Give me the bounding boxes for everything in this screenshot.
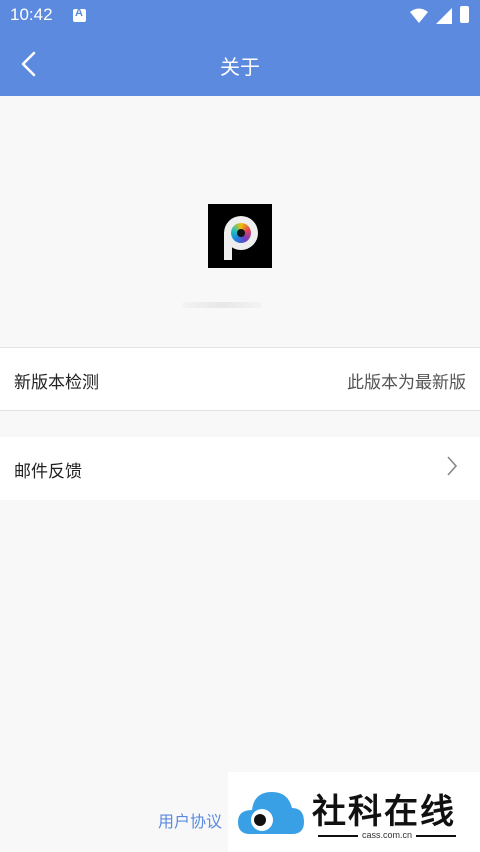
wifi-icon [410, 8, 428, 23]
user-agreement-link[interactable]: 用户协议 [158, 808, 222, 832]
nav-bar: 关于 [0, 32, 480, 96]
watermark: 社科在线 cass.com.cn [228, 772, 480, 852]
status-time: 10:42 [10, 5, 53, 24]
mail-feedback-label: 邮件反馈 [14, 462, 82, 482]
battery-icon [460, 6, 469, 23]
version-check-label: 新版本检测 [14, 373, 99, 393]
signal-icon [436, 8, 452, 24]
watermark-domain-text: cass.com.cn [361, 830, 412, 840]
mail-feedback-row[interactable]: 邮件反馈 [0, 437, 480, 500]
app-logo [208, 204, 272, 268]
status-bar: 10:42 [0, 0, 480, 32]
watermark-name: 社科在线 [312, 792, 456, 832]
cloud-logo-icon [238, 792, 304, 834]
version-status: 此版本为最新版 [347, 373, 466, 393]
watermark-domain: cass.com.cn [312, 830, 462, 840]
app-info-area [0, 96, 480, 347]
app-name-faded [182, 302, 262, 308]
page-title: 关于 [220, 55, 260, 79]
chevron-right-icon [447, 456, 458, 476]
version-check-row[interactable]: 新版本检测 此版本为最新版 [0, 347, 480, 411]
notification-icon [73, 7, 86, 22]
